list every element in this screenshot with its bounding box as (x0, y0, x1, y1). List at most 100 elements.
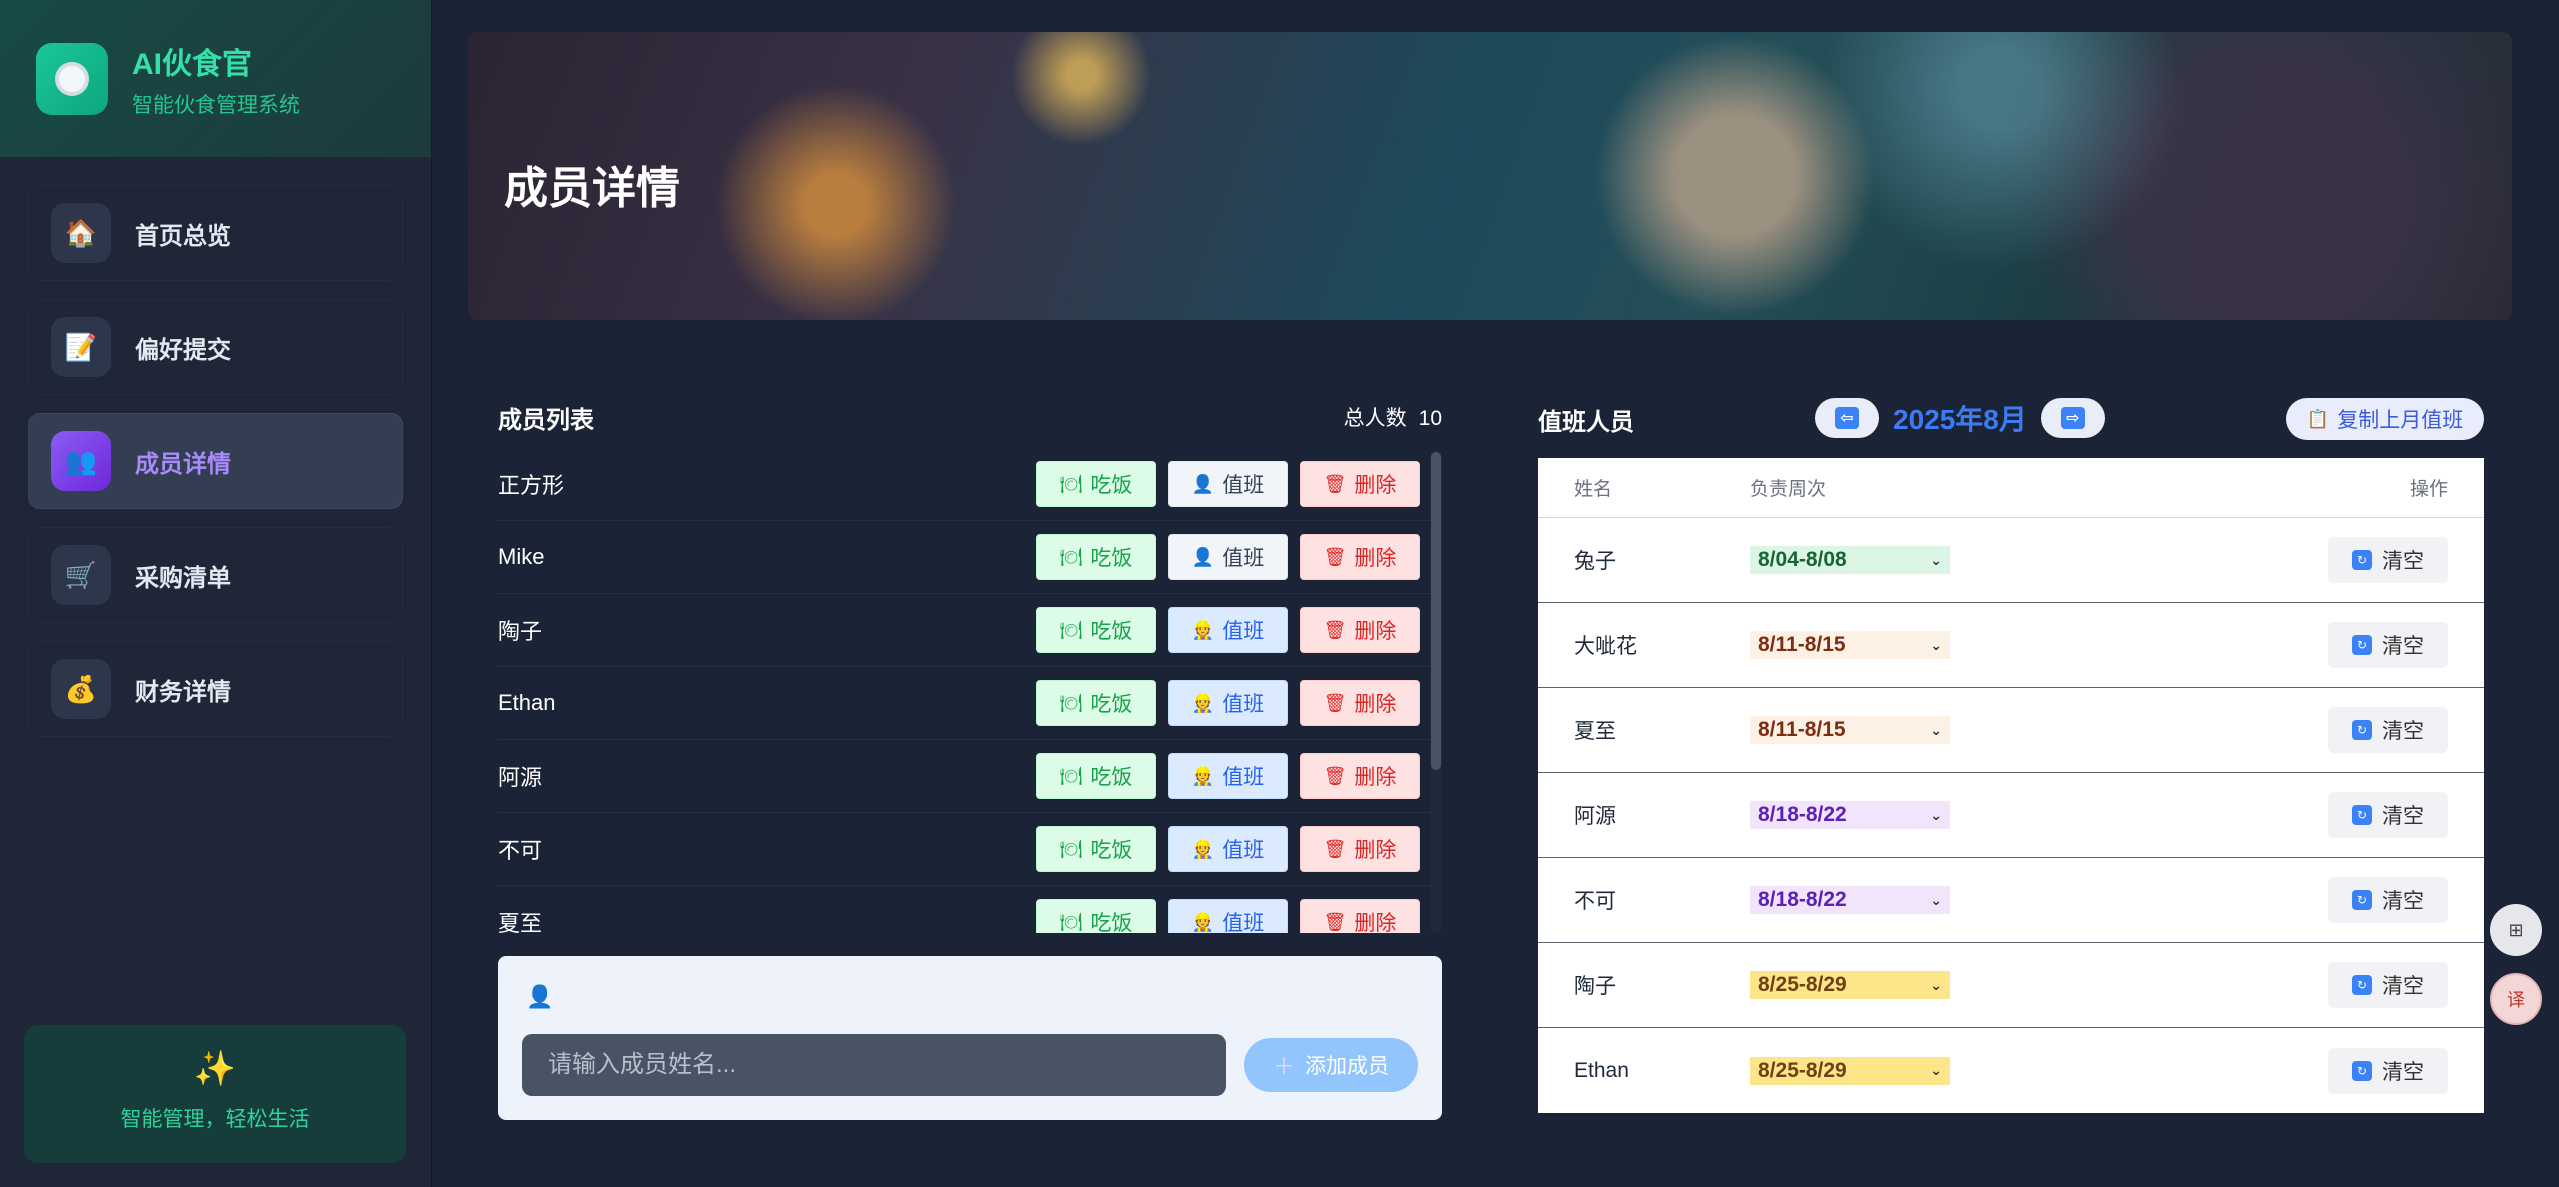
nav-icon: 💰 (51, 659, 111, 719)
sidebar-item-2[interactable]: 👥 成员详情 (28, 413, 403, 509)
trash-icon: 🗑 (1323, 546, 1347, 567)
delete-button[interactable]: 🗑 删除 (1300, 461, 1420, 507)
arrow-left-icon: ⇦ (1835, 407, 1859, 429)
delete-button[interactable]: 🗑 删除 (1300, 899, 1420, 933)
delete-button[interactable]: 🗑 删除 (1300, 607, 1420, 653)
trash-icon: 🗑 (1323, 911, 1347, 932)
sidebar-item-1[interactable]: 📝 偏好提交 (28, 299, 403, 395)
week-value: 8/18-8/22 (1758, 803, 1847, 826)
chevron-down-icon: ⌄ (1930, 806, 1942, 823)
worker-icon: 👷 (1191, 619, 1215, 640)
member-name-input[interactable] (522, 1034, 1226, 1096)
clear-button[interactable]: ↻ 清空 (2328, 1047, 2448, 1094)
nav-icon: 👥 (51, 431, 111, 491)
duty-button[interactable]: 👤 值班 (1168, 534, 1288, 580)
plus-icon: ＋ (1272, 1054, 1295, 1079)
month-label: 2025年8月 (1893, 404, 2027, 435)
member-row: Ethan 🍽 吃饭 👷 值班 🗑 删除 (498, 667, 1442, 740)
refresh-icon: ↻ (2352, 805, 2372, 825)
sidebar-item-0[interactable]: 🏠 首页总览 (28, 185, 403, 281)
delete-label: 删除 (1354, 620, 1397, 643)
duty-name: 兔子 (1574, 550, 1616, 573)
eat-button[interactable]: 🍽 吃饭 (1036, 534, 1156, 580)
nav-icon: 📝 (51, 317, 111, 377)
duty-button[interactable]: 👷 值班 (1168, 680, 1288, 726)
eat-button[interactable]: 🍽 吃饭 (1036, 826, 1156, 872)
member-name: 夏至 (498, 911, 543, 933)
grid-add-icon[interactable]: ⊞ (2490, 904, 2542, 956)
clear-label: 清空 (2382, 975, 2424, 998)
week-select[interactable]: 8/25-8/29 ⌄ (1750, 1056, 1950, 1085)
duty-button[interactable]: 👤 值班 (1168, 461, 1288, 507)
week-select[interactable]: 8/04-8/08 ⌄ (1750, 546, 1950, 574)
member-list-scroll-thumb[interactable] (1431, 452, 1441, 770)
prev-month-button[interactable]: ⇦ (1815, 398, 1879, 438)
eat-button[interactable]: 🍽 吃饭 (1036, 680, 1156, 726)
refresh-icon: ↻ (2352, 550, 2372, 570)
eat-button[interactable]: 🍽 吃饭 (1036, 899, 1156, 933)
page-banner: 成员详情 (468, 32, 2512, 320)
eat-label: 吃饭 (1090, 693, 1133, 716)
delete-label: 删除 (1354, 766, 1397, 789)
members-count-label: 总人数 (1343, 407, 1407, 430)
sidebar-footer: ✨ 智能管理，轻松生活 (24, 1025, 406, 1163)
brand-subtitle: 智能伙食管理系统 (132, 93, 300, 117)
trash-icon: 🗑 (1323, 838, 1347, 859)
eat-button[interactable]: 🍽 吃饭 (1036, 753, 1156, 799)
duty-table: 姓名 负责周次 操作 兔子 8/04-8/08 ⌄ ↻ 清空 大呲花 8/11-8/15 ⌄ ↻… (1538, 458, 2484, 1113)
sidebar-item-4[interactable]: 💰 财务详情 (28, 641, 403, 737)
eat-button[interactable]: 🍽 吃饭 (1036, 461, 1156, 507)
week-select[interactable]: 8/11-8/15 ⌄ (1750, 631, 1950, 659)
duty-button[interactable]: 👷 值班 (1168, 899, 1288, 933)
clear-button[interactable]: ↻ 清空 (2328, 792, 2448, 838)
next-month-button[interactable]: ⇨ (2040, 398, 2105, 438)
duty-label: 值班 (1222, 474, 1265, 497)
brand: AI伙食官 智能伙食管理系统 (0, 0, 431, 157)
delete-button[interactable]: 🗑 删除 (1300, 534, 1420, 580)
member-name: 正方形 (498, 473, 565, 498)
duty-row: 陶子 8/25-8/29 ⌄ ↻ 清空 (1538, 943, 2484, 1028)
clear-button[interactable]: ↻ 清空 (2328, 962, 2448, 1008)
duty-label: 值班 (1222, 547, 1265, 570)
clear-label: 清空 (2382, 720, 2424, 743)
delete-button[interactable]: 🗑 删除 (1300, 753, 1420, 799)
nav-label: 偏好提交 (135, 336, 231, 364)
week-select[interactable]: 8/11-8/15 ⌄ (1750, 716, 1950, 744)
delete-label: 删除 (1354, 474, 1397, 497)
clear-button[interactable]: ↻ 清空 (2328, 707, 2448, 753)
eat-label: 吃饭 (1090, 547, 1133, 570)
duty-label: 值班 (1222, 766, 1265, 789)
week-select[interactable]: 8/25-8/29 ⌄ (1750, 971, 1950, 999)
copy-last-month-button[interactable]: 📋 复制上月值班 (2286, 398, 2484, 440)
refresh-icon: ↻ (2352, 635, 2372, 655)
duty-button[interactable]: 👷 值班 (1168, 607, 1288, 653)
plate-icon (36, 42, 108, 115)
clear-label: 清空 (2382, 890, 2424, 913)
week-select[interactable]: 8/18-8/22 ⌄ (1750, 801, 1950, 829)
page-title: 成员详情 (504, 164, 680, 213)
week-select[interactable]: 8/18-8/22 ⌄ (1750, 886, 1950, 914)
clear-button[interactable]: ↻ 清空 (2328, 877, 2448, 923)
nav-icon: 🏠 (51, 203, 111, 263)
member-row: 阿源 🍽 吃饭 👷 值班 🗑 删除 (498, 740, 1442, 813)
clear-button[interactable]: ↻ 清空 (2328, 537, 2448, 583)
clear-button[interactable]: ↻ 清空 (2328, 622, 2448, 668)
delete-button[interactable]: 🗑 删除 (1300, 826, 1420, 872)
members-title: 成员列表 (498, 406, 594, 434)
eat-button[interactable]: 🍽 吃饭 (1036, 607, 1156, 653)
utensils-icon: 🍽 (1059, 911, 1083, 932)
duty-button[interactable]: 👷 值班 (1168, 826, 1288, 872)
utensils-icon: 🍽 (1059, 619, 1083, 640)
add-member-button[interactable]: ＋ 添加成员 (1244, 1038, 1418, 1092)
nav-label: 财务详情 (135, 678, 231, 706)
clear-label: 清空 (2382, 1060, 2424, 1084)
duty-button[interactable]: 👷 值班 (1168, 753, 1288, 799)
header-week: 负责周次 (1750, 479, 1827, 500)
sidebar-item-3[interactable]: 🛒 采购清单 (28, 527, 403, 623)
week-value: 8/11-8/15 (1758, 718, 1846, 741)
header-op: 操作 (2409, 479, 2448, 500)
delete-button[interactable]: 🗑 删除 (1300, 680, 1420, 726)
translate-icon[interactable]: 译 (2490, 973, 2542, 1025)
trash-icon: 🗑 (1323, 692, 1347, 713)
eat-label: 吃饭 (1090, 620, 1133, 643)
